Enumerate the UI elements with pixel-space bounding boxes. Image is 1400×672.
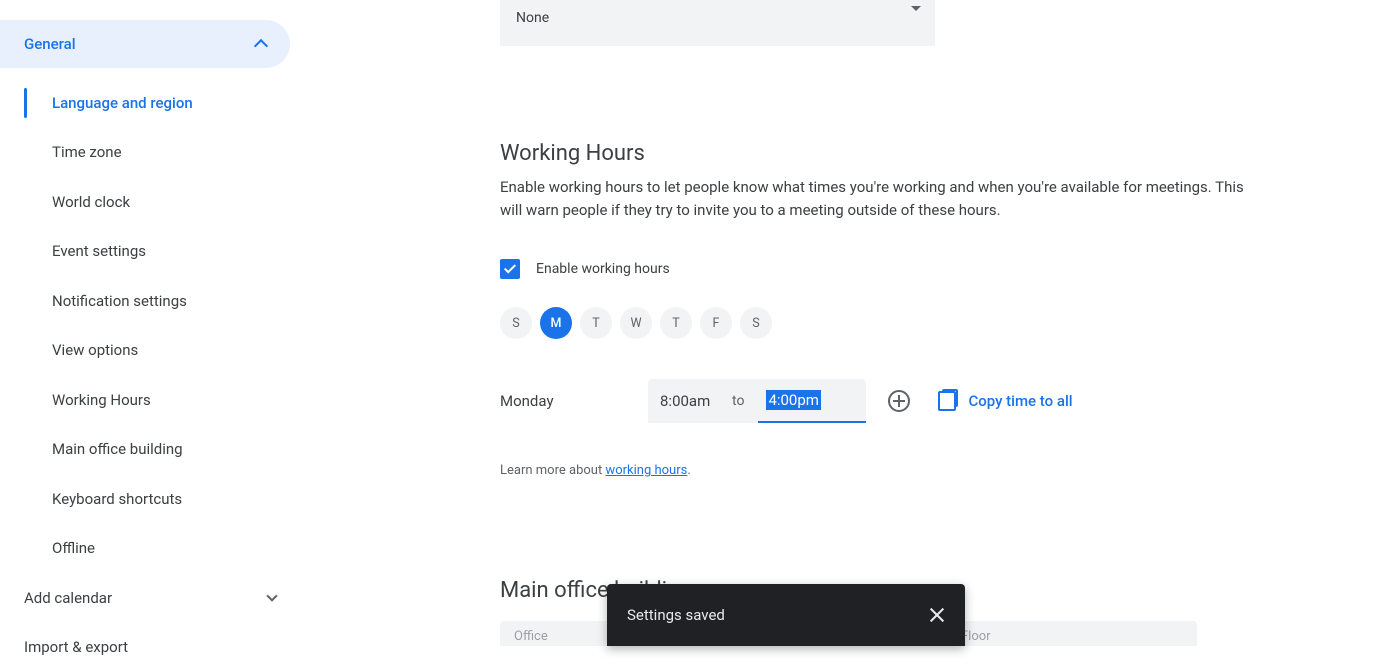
day-chip-wed[interactable]: W — [620, 307, 652, 339]
copy-time-label: Copy time to all — [968, 392, 1072, 410]
day-chip-sun[interactable]: S — [500, 307, 532, 339]
learn-more-prefix: Learn more about — [500, 463, 605, 478]
end-time-value: 4:00pm — [766, 390, 821, 410]
sidebar-section-import-export[interactable]: Import & export — [0, 623, 300, 672]
to-label: to — [718, 393, 758, 409]
working-hours-title: Working Hours — [500, 141, 1340, 166]
settings-main: None Working Hours Enable working hours … — [300, 0, 1400, 646]
start-time-input[interactable]: 8:00am — [648, 392, 718, 410]
sidebar-item-time-zone[interactable]: Time zone — [0, 128, 300, 178]
day-chip-thu[interactable]: T — [660, 307, 692, 339]
sidebar-item-label: Notification settings — [52, 292, 187, 310]
enable-working-hours-checkbox[interactable] — [500, 259, 520, 279]
day-chip-sat[interactable]: S — [740, 307, 772, 339]
top-dropdown-value: None — [516, 10, 549, 26]
day-chip-fri[interactable]: F — [700, 307, 732, 339]
sidebar-item-label: Working Hours — [52, 391, 151, 409]
days-row: S M T W T F S — [500, 307, 1340, 339]
dropdown-arrow-icon — [911, 6, 921, 11]
sidebar-item-label: Event settings — [52, 242, 146, 260]
sidebar-item-world-clock[interactable]: World clock — [0, 177, 300, 227]
toast-message: Settings saved — [627, 606, 725, 624]
sidebar-item-keyboard-shortcuts[interactable]: Keyboard shortcuts — [0, 474, 300, 524]
sidebar-item-main-office-building[interactable]: Main office building — [0, 425, 300, 475]
sidebar-item-working-hours[interactable]: Working Hours — [0, 375, 300, 425]
sidebar-item-language-region[interactable]: Language and region — [0, 78, 300, 128]
floor-dropdown[interactable]: Floor — [947, 621, 1197, 646]
end-time-input[interactable]: 4:00pm — [758, 379, 866, 423]
enable-working-hours-label: Enable working hours — [536, 261, 670, 277]
learn-more-text: Learn more about working hours. — [500, 463, 1340, 478]
sidebar-item-label: Language and region — [52, 94, 193, 112]
day-chip-tue[interactable]: T — [580, 307, 612, 339]
learn-more-suffix: . — [687, 463, 690, 478]
toast-close-button[interactable] — [929, 607, 945, 623]
sidebar-section-label: Add calendar — [24, 589, 112, 607]
sidebar-item-label: Offline — [52, 539, 95, 557]
sidebar-item-label: Time zone — [52, 143, 122, 161]
top-dropdown[interactable]: None — [500, 0, 935, 46]
sidebar-section-add-calendar[interactable]: Add calendar — [0, 573, 300, 623]
sidebar-section-label: Import & export — [24, 638, 128, 656]
time-range-box: 8:00am to 4:00pm — [648, 379, 866, 423]
sidebar-item-offline[interactable]: Offline — [0, 524, 300, 574]
copy-time-to-all-button[interactable]: Copy time to all — [938, 391, 1072, 411]
sidebar-item-notification-settings[interactable]: Notification settings — [0, 276, 300, 326]
add-time-range-button[interactable] — [888, 390, 910, 412]
chevron-down-icon — [266, 591, 277, 602]
sidebar-item-label: World clock — [52, 193, 130, 211]
working-hours-link[interactable]: working hours — [605, 463, 687, 478]
toast-notification: Settings saved — [607, 584, 965, 646]
current-day-label: Monday — [500, 392, 648, 410]
copy-icon — [938, 391, 956, 411]
sidebar-subsections: Language and region Time zone World cloc… — [0, 78, 300, 573]
floor-dropdown-label: Floor — [961, 629, 1183, 644]
chevron-up-icon — [254, 39, 268, 53]
sidebar-section-general-label: General — [24, 35, 76, 53]
sidebar-item-event-settings[interactable]: Event settings — [0, 227, 300, 277]
sidebar-section-general[interactable]: General — [0, 20, 290, 68]
checkmark-icon — [504, 261, 516, 273]
working-hours-desc: Enable working hours to let people know … — [500, 176, 1260, 221]
sidebar-item-label: Main office building — [52, 440, 183, 458]
enable-working-hours-row: Enable working hours — [500, 259, 1340, 279]
sidebar-item-view-options[interactable]: View options — [0, 326, 300, 376]
sidebar-item-label: View options — [52, 341, 138, 359]
time-row: Monday 8:00am to 4:00pm Copy time to all — [500, 379, 1340, 423]
settings-sidebar: General Language and region Time zone Wo… — [0, 0, 300, 646]
sidebar-item-label: Keyboard shortcuts — [52, 490, 182, 508]
day-chip-mon[interactable]: M — [540, 307, 572, 339]
